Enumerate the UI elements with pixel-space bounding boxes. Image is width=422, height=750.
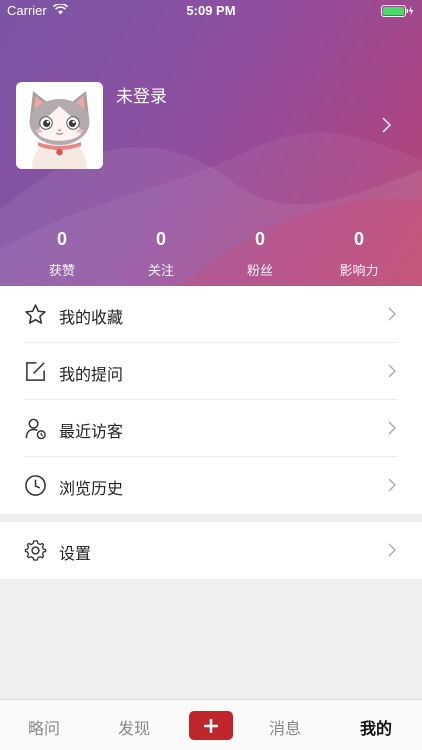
chevron-right-icon (388, 421, 396, 435)
menu-item-label: 设置 (59, 544, 92, 563)
chevron-right-icon (388, 543, 396, 557)
charging-icon (409, 6, 414, 16)
menu-item-label: 最近访客 (59, 422, 124, 441)
stat-followers[interactable]: 0 粉丝 (210, 226, 310, 279)
stat-likes[interactable]: 0 获赞 (12, 226, 112, 279)
tab-home[interactable]: 略问 (14, 715, 74, 739)
profile-menu: 我的收藏 我的提问 最近访客 浏览历史 (0, 286, 422, 514)
stat-label: 粉丝 (246, 264, 273, 279)
tab-discover[interactable]: 发现 (104, 715, 164, 739)
menu-item-label: 我的收藏 (59, 308, 124, 327)
chevron-right-icon (388, 307, 396, 321)
profile-stats: 0 获赞 0 关注 0 粉丝 0 影响力 (0, 226, 422, 282)
stat-label: 关注 (147, 264, 174, 279)
menu-item-settings[interactable]: 设置 (0, 522, 422, 579)
star-icon (25, 304, 46, 324)
settings-menu: 设置 (0, 522, 422, 579)
stat-label: 影响力 (339, 264, 379, 279)
menu-item-visitors[interactable]: 最近访客 (0, 400, 422, 457)
login-status-name[interactable]: 未登录 (116, 82, 167, 107)
tab-messages[interactable]: 消息 (255, 715, 315, 739)
battery-icon (381, 5, 414, 17)
tab-me[interactable]: 我的 (346, 715, 406, 739)
tab-bar: 略问 发现 消息 我的 (0, 699, 422, 750)
clock-text: 5:09 PM (186, 3, 236, 18)
menu-item-questions[interactable]: 我的提问 (0, 343, 422, 400)
visitor-icon (25, 418, 46, 440)
section-gap (0, 514, 422, 522)
clock-icon (25, 475, 46, 496)
menu-item-label: 我的提问 (59, 365, 124, 384)
stat-label: 获赞 (48, 264, 75, 279)
chevron-right-icon (388, 478, 396, 492)
profile-header: Carrier 5:09 PM 未登录 0 获赞 0 关注 0 粉丝 0 影响力 (0, 0, 422, 286)
gear-icon (24, 540, 47, 561)
add-post-button[interactable] (189, 711, 233, 740)
menu-item-favorites[interactable]: 我的收藏 (0, 286, 422, 343)
stat-value: 0 (254, 229, 265, 249)
menu-item-history[interactable]: 浏览历史 (0, 457, 422, 514)
stat-value: 0 (56, 229, 67, 249)
edit-icon (26, 362, 45, 381)
user-avatar[interactable] (16, 82, 103, 169)
plus-icon (204, 718, 218, 733)
stat-following[interactable]: 0 关注 (111, 226, 211, 279)
menu-item-label: 浏览历史 (59, 479, 124, 498)
stat-value: 0 (353, 229, 364, 249)
cat-avatar (16, 82, 103, 169)
status-bar: Carrier 5:09 PM (0, 0, 422, 22)
stat-value: 0 (155, 229, 166, 249)
chevron-right-icon (388, 364, 396, 378)
chevron-right-icon[interactable] (382, 117, 391, 133)
stat-influence[interactable]: 0 影响力 (309, 226, 409, 279)
